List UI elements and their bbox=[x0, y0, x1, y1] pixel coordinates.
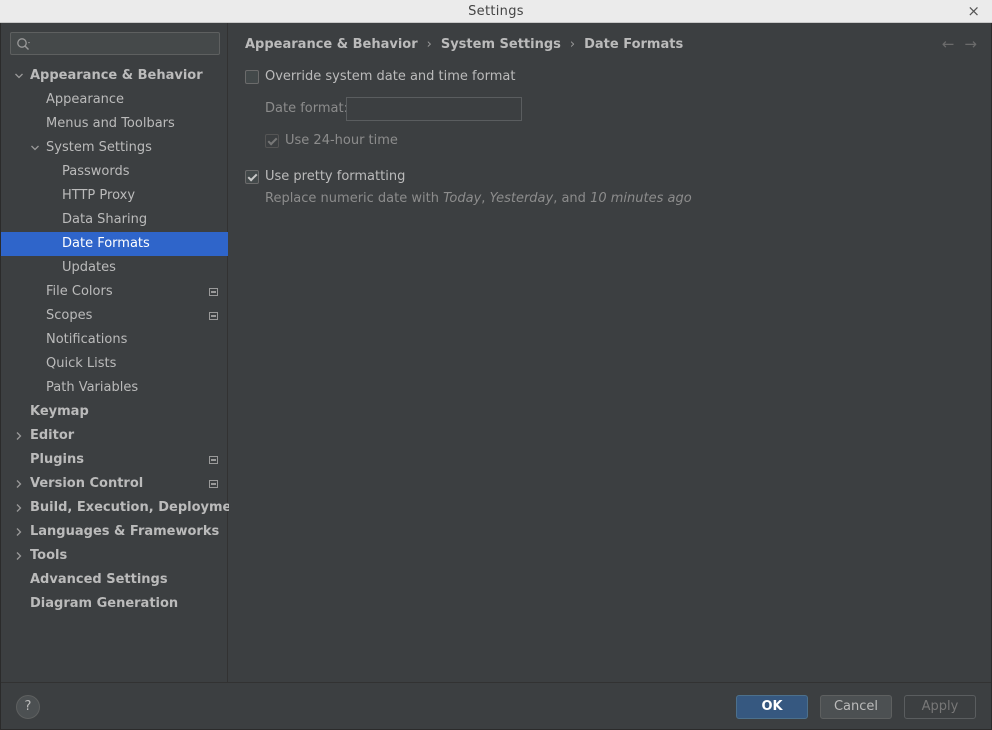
use-24-hour-checkbox[interactable] bbox=[265, 134, 279, 148]
sidebar-item-build-execution-deployment[interactable]: Build, Execution, Deployment bbox=[1, 496, 247, 520]
navigation-arrows: ← → bbox=[932, 35, 977, 53]
sidebar-item-updates[interactable]: Updates bbox=[1, 256, 228, 280]
sidebar-item-label: Version Control bbox=[30, 476, 144, 491]
sidebar-item-label: Menus and Toolbars bbox=[46, 116, 175, 131]
sidebar-item-label: Updates bbox=[62, 260, 116, 275]
breadcrumb-date-formats: Date Formats bbox=[584, 37, 684, 52]
sidebar-item-label: Appearance bbox=[46, 92, 125, 107]
sidebar-item-passwords[interactable]: Passwords bbox=[1, 160, 228, 184]
hint-yesterday: Yesterday bbox=[489, 191, 554, 206]
sidebar-item-http-proxy[interactable]: HTTP Proxy bbox=[1, 184, 228, 208]
sidebar-item-label: Keymap bbox=[30, 404, 89, 419]
window-title: Settings bbox=[468, 4, 524, 19]
sidebar-item-label: Passwords bbox=[62, 164, 130, 179]
breadcrumb-separator: › bbox=[426, 37, 432, 52]
close-icon[interactable]: × bbox=[967, 2, 980, 20]
search-icon bbox=[17, 38, 30, 50]
sidebar-item-path-variables[interactable]: Path Variables bbox=[1, 376, 228, 400]
sidebar-item-version-control[interactable]: Version Control bbox=[1, 472, 228, 496]
sidebar-item-label: Editor bbox=[30, 428, 75, 443]
sidebar-item-date-formats[interactable]: Date Formats bbox=[1, 232, 228, 256]
chevron-right-icon[interactable] bbox=[15, 528, 23, 536]
sidebar-item-file-colors[interactable]: File Colors bbox=[1, 280, 228, 304]
breadcrumb-separator: › bbox=[569, 37, 576, 52]
sidebar-item-scopes[interactable]: Scopes bbox=[1, 304, 228, 328]
sidebar-item-quick-lists[interactable]: Quick Lists bbox=[1, 352, 228, 376]
project-level-icon bbox=[209, 312, 218, 320]
use-24-hour-label: Use 24-hour time bbox=[285, 133, 398, 148]
sidebar-item-label: Date Formats bbox=[62, 236, 150, 251]
sidebar-item-label: Scopes bbox=[46, 308, 93, 323]
sidebar-item-data-sharing[interactable]: Data Sharing bbox=[1, 208, 228, 232]
chevron-down-icon[interactable] bbox=[15, 72, 23, 80]
sidebar-item-label: Languages & Frameworks bbox=[30, 524, 220, 539]
project-level-icon bbox=[209, 480, 218, 488]
sidebar-item-menus-and-toolbars[interactable]: Menus and Toolbars bbox=[1, 112, 228, 136]
date-formats-panel: Appearance & Behavior › System Settings › Da… bbox=[229, 23, 991, 682]
chevron-down-icon[interactable] bbox=[31, 144, 39, 152]
override-format-label: Override system date and time format bbox=[265, 69, 516, 84]
forward-arrow-icon[interactable]: → bbox=[964, 35, 977, 53]
sidebar-item-label: Diagram Generation bbox=[30, 596, 179, 611]
sidebar-item-label: Path Variables bbox=[46, 380, 139, 395]
sidebar-item-appearance[interactable]: Appearance bbox=[1, 88, 228, 112]
sidebar-item-label: Quick Lists bbox=[46, 356, 117, 371]
apply-button[interactable]: Apply bbox=[904, 695, 976, 719]
sidebar-item-keymap[interactable]: Keymap bbox=[1, 400, 228, 424]
sidebar-item-label: Data Sharing bbox=[62, 212, 148, 227]
pretty-formatting-label: Use pretty formatting bbox=[265, 169, 406, 184]
sidebar-item-label: Appearance & Behavior bbox=[30, 68, 203, 83]
breadcrumb: Appearance & Behavior › System Settings › Da… bbox=[245, 37, 683, 52]
hint-today: Today bbox=[443, 191, 482, 206]
date-format-label: Date format: bbox=[265, 101, 348, 116]
dialog-footer: ? OK Cancel Apply bbox=[1, 682, 991, 729]
sidebar-item-label: Tools bbox=[30, 548, 68, 563]
help-icon[interactable]: ? bbox=[16, 695, 40, 719]
pretty-formatting-checkbox[interactable] bbox=[245, 170, 259, 184]
breadcrumb-appearance-behavior[interactable]: Appearance & Behavior bbox=[245, 37, 418, 52]
sidebar-item-label: File Colors bbox=[46, 284, 113, 299]
sidebar-item-notifications[interactable]: Notifications bbox=[1, 328, 228, 352]
cancel-button[interactable]: Cancel bbox=[820, 695, 892, 719]
ok-button[interactable]: OK bbox=[736, 695, 808, 719]
back-arrow-icon[interactable]: ← bbox=[942, 35, 955, 53]
sidebar-item-system-settings[interactable]: System Settings bbox=[1, 136, 228, 160]
settings-sidebar: Appearance & Behavior Appearance Menus and… bbox=[1, 23, 247, 682]
chevron-right-icon[interactable] bbox=[15, 504, 23, 512]
sidebar-item-label: Plugins bbox=[30, 452, 84, 467]
date-format-field[interactable] bbox=[346, 97, 522, 121]
sidebar-item-label: Build, Execution, Deployment bbox=[30, 500, 247, 515]
sidebar-item-tools[interactable]: Tools bbox=[1, 544, 228, 568]
hint-minutes-ago: 10 minutes ago bbox=[590, 191, 692, 206]
project-level-icon bbox=[209, 456, 218, 464]
chevron-right-icon[interactable] bbox=[15, 480, 23, 488]
title-bar: Settings × bbox=[0, 0, 992, 23]
sidebar-item-languages-frameworks[interactable]: Languages & Frameworks bbox=[1, 520, 228, 544]
search-input[interactable] bbox=[10, 32, 220, 55]
sidebar-item-appearance-behavior[interactable]: Appearance & Behavior bbox=[1, 64, 228, 88]
sidebar-item-diagram-generation[interactable]: Diagram Generation bbox=[1, 592, 228, 616]
sidebar-item-plugins[interactable]: Plugins bbox=[1, 448, 228, 472]
pretty-formatting-hint: Replace numeric date with Today, Yesterd… bbox=[265, 191, 692, 206]
override-format-checkbox[interactable] bbox=[245, 70, 259, 84]
sidebar-item-advanced-settings[interactable]: Advanced Settings bbox=[1, 568, 228, 592]
breadcrumb-system-settings[interactable]: System Settings bbox=[441, 37, 561, 52]
chevron-right-icon[interactable] bbox=[15, 432, 23, 440]
project-level-icon bbox=[209, 288, 218, 296]
sidebar-item-editor[interactable]: Editor bbox=[1, 424, 228, 448]
sidebar-item-label: System Settings bbox=[46, 140, 152, 155]
sidebar-item-label: Advanced Settings bbox=[30, 572, 168, 587]
chevron-right-icon[interactable] bbox=[15, 552, 23, 560]
sidebar-item-label: Notifications bbox=[46, 332, 128, 347]
sidebar-item-label: HTTP Proxy bbox=[62, 188, 136, 203]
